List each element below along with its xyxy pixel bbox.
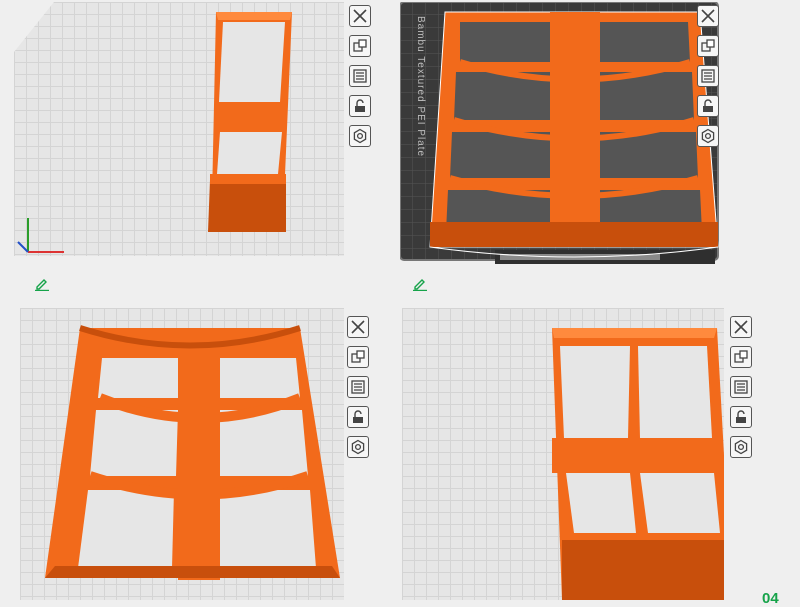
- lock-button[interactable]: [730, 406, 752, 428]
- gear-button[interactable]: [730, 436, 752, 458]
- lock-icon: [355, 99, 365, 112]
- gear-icon: [351, 439, 365, 455]
- lock-icon: [736, 410, 746, 423]
- plate-03-toolbar: [347, 316, 371, 466]
- plate-03-viewport[interactable]: 03: [20, 308, 344, 600]
- gear-icon: [734, 439, 748, 455]
- plate-number: 04: [762, 590, 779, 607]
- lock-icon: [703, 99, 713, 112]
- gear-icon: [701, 128, 715, 144]
- gear-button[interactable]: [347, 436, 369, 458]
- plate-04-toolbar: [730, 316, 754, 466]
- arrange-button[interactable]: [697, 35, 719, 57]
- gear-button[interactable]: [349, 125, 371, 147]
- arrange-icon: [734, 350, 748, 363]
- arrange-button[interactable]: [349, 35, 371, 57]
- plate-settings-button[interactable]: [730, 376, 752, 398]
- gear-button[interactable]: [697, 125, 719, 147]
- plate-03-model: [45, 325, 340, 580]
- close-button[interactable]: [697, 5, 719, 27]
- lock-button[interactable]: [347, 406, 369, 428]
- plate-01-model: [14, 2, 292, 253]
- plate-02-toolbar: [697, 5, 721, 155]
- plate-settings-button[interactable]: [347, 376, 369, 398]
- arrange-icon: [701, 39, 715, 52]
- close-button[interactable]: [730, 316, 752, 338]
- arrange-button[interactable]: [347, 346, 369, 368]
- plate-04-viewport[interactable]: [402, 308, 724, 600]
- close-icon: [701, 9, 715, 23]
- close-icon: [351, 320, 365, 334]
- plate-02-viewport[interactable]: Bambu Textured PEI Plate 02: [400, 2, 720, 270]
- close-icon: [353, 9, 367, 23]
- plate-04-model: [552, 328, 724, 600]
- plate-type-label: Bambu Textured PEI Plate: [415, 16, 426, 158]
- plate-settings-button[interactable]: [349, 65, 371, 87]
- lock-icon: [353, 410, 363, 423]
- gear-icon: [353, 128, 367, 144]
- edit-icon[interactable]: [412, 277, 428, 291]
- edit-icon[interactable]: [34, 277, 50, 291]
- plate-01-viewport[interactable]: 01: [14, 2, 344, 256]
- plate-settings-icon: [353, 69, 367, 83]
- arrange-button[interactable]: [730, 346, 752, 368]
- close-button[interactable]: [349, 5, 371, 27]
- plate-settings-icon: [734, 380, 748, 394]
- close-button[interactable]: [347, 316, 369, 338]
- plate-settings-icon: [701, 69, 715, 83]
- close-icon: [734, 320, 748, 334]
- plate-settings-button[interactable]: [697, 65, 719, 87]
- plate-02-model: [400, 2, 719, 264]
- lock-button[interactable]: [697, 95, 719, 117]
- plate-01-toolbar: [349, 5, 373, 155]
- lock-button[interactable]: [349, 95, 371, 117]
- plate-settings-icon: [351, 380, 365, 394]
- arrange-icon: [351, 350, 365, 363]
- arrange-icon: [353, 39, 367, 52]
